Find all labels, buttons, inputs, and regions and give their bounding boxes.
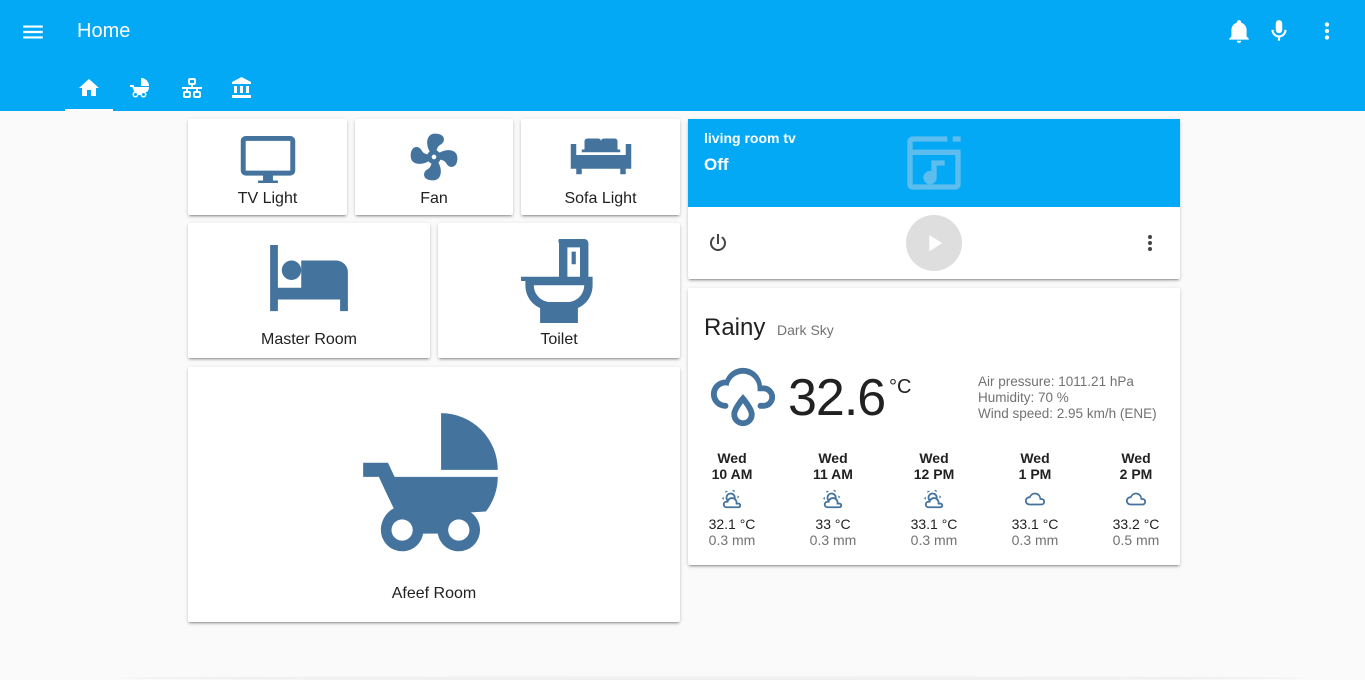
tv-light-label: TV Light xyxy=(237,190,298,207)
fan-label: Fan xyxy=(420,190,448,207)
network-icon xyxy=(182,78,202,98)
sofa-light-button[interactable]: Sofa Light xyxy=(521,119,680,215)
app-toolbar: Home xyxy=(0,0,1365,111)
television-icon xyxy=(240,135,295,183)
power-button[interactable] xyxy=(706,231,730,255)
afeef-room-label: Afeef Room xyxy=(391,585,477,602)
forecast-item: Wed 12 PM 33.1 °C 0.3 mm xyxy=(910,450,958,548)
weather-attributes: Air pressure: 1011.21 hPa Humidity: 70 %… xyxy=(978,374,1157,422)
tab-stroller[interactable] xyxy=(116,72,164,111)
cloudy-icon xyxy=(1125,492,1147,506)
fan-icon xyxy=(410,133,458,181)
microphone-icon[interactable] xyxy=(1266,18,1292,44)
current-temperature: 32.6 xyxy=(788,369,886,427)
tv-light-button[interactable]: TV Light xyxy=(188,119,347,215)
stroller-icon xyxy=(130,78,149,98)
toilet-button[interactable]: Toilet xyxy=(438,223,680,358)
wind-speed: Wind speed: 2.95 km/h (ENE) xyxy=(978,406,1157,421)
home-icon xyxy=(79,79,99,96)
afeef-room-button[interactable]: Afeef Room xyxy=(188,367,680,622)
master-room-button[interactable]: Master Room xyxy=(188,223,430,358)
stroller-icon xyxy=(363,413,498,552)
media-name: living room tv xyxy=(704,130,796,146)
weather-source: Dark Sky xyxy=(777,322,834,338)
bed-icon xyxy=(270,245,348,312)
humidity: Humidity: 70 % xyxy=(978,390,1069,405)
toilet-label: Toilet xyxy=(540,331,578,348)
sofa-icon xyxy=(570,138,631,175)
media-more-button[interactable] xyxy=(1138,231,1162,255)
play-icon xyxy=(929,234,943,252)
media-header: living room tv Off xyxy=(688,119,1180,207)
partly-cloudy-icon xyxy=(923,489,944,509)
sofa-light-label: Sofa Light xyxy=(564,190,637,207)
play-button[interactable] xyxy=(906,215,962,271)
power-icon xyxy=(710,234,726,251)
weather-card[interactable]: Rainy Dark Sky 32.6 °C Air pressure: 101… xyxy=(688,288,1180,565)
partly-cloudy-icon xyxy=(822,489,843,509)
tab-bank[interactable] xyxy=(218,72,266,111)
weather-pouring-icon xyxy=(710,367,776,427)
menu-icon[interactable] xyxy=(20,19,46,45)
forecast-item: Wed 2 PM 33.2 °C 0.5 mm xyxy=(1112,450,1160,548)
partly-cloudy-icon xyxy=(721,489,742,509)
master-room-label: Master Room xyxy=(260,331,358,348)
movie-music-icon xyxy=(907,136,961,190)
bell-icon[interactable] xyxy=(1226,18,1252,44)
page-title: Home xyxy=(77,20,131,42)
forecast-item: Wed 1 PM 33.1 °C 0.3 mm xyxy=(1011,450,1059,548)
forecast-item: Wed 10 AM 32.1 °C 0.3 mm xyxy=(708,450,756,548)
media-state: Off xyxy=(704,155,729,174)
air-pressure: Air pressure: 1011.21 hPa xyxy=(978,374,1134,389)
page-bottom-shadow xyxy=(120,676,1305,680)
cloudy-icon xyxy=(1024,492,1046,506)
media-player-card: living room tv Off xyxy=(688,119,1180,279)
tab-home[interactable] xyxy=(65,72,113,111)
more-vert-icon[interactable] xyxy=(1314,18,1340,44)
forecast-item: Wed 11 AM 33 °C 0.3 mm xyxy=(809,450,857,548)
more-vert-icon xyxy=(1148,235,1152,251)
tab-network[interactable] xyxy=(168,72,216,111)
toilet-icon xyxy=(521,239,593,323)
weather-state: Rainy xyxy=(704,314,766,341)
fan-button[interactable]: Fan xyxy=(355,119,513,215)
bank-icon xyxy=(232,77,251,98)
temperature-unit: °C xyxy=(889,376,912,398)
